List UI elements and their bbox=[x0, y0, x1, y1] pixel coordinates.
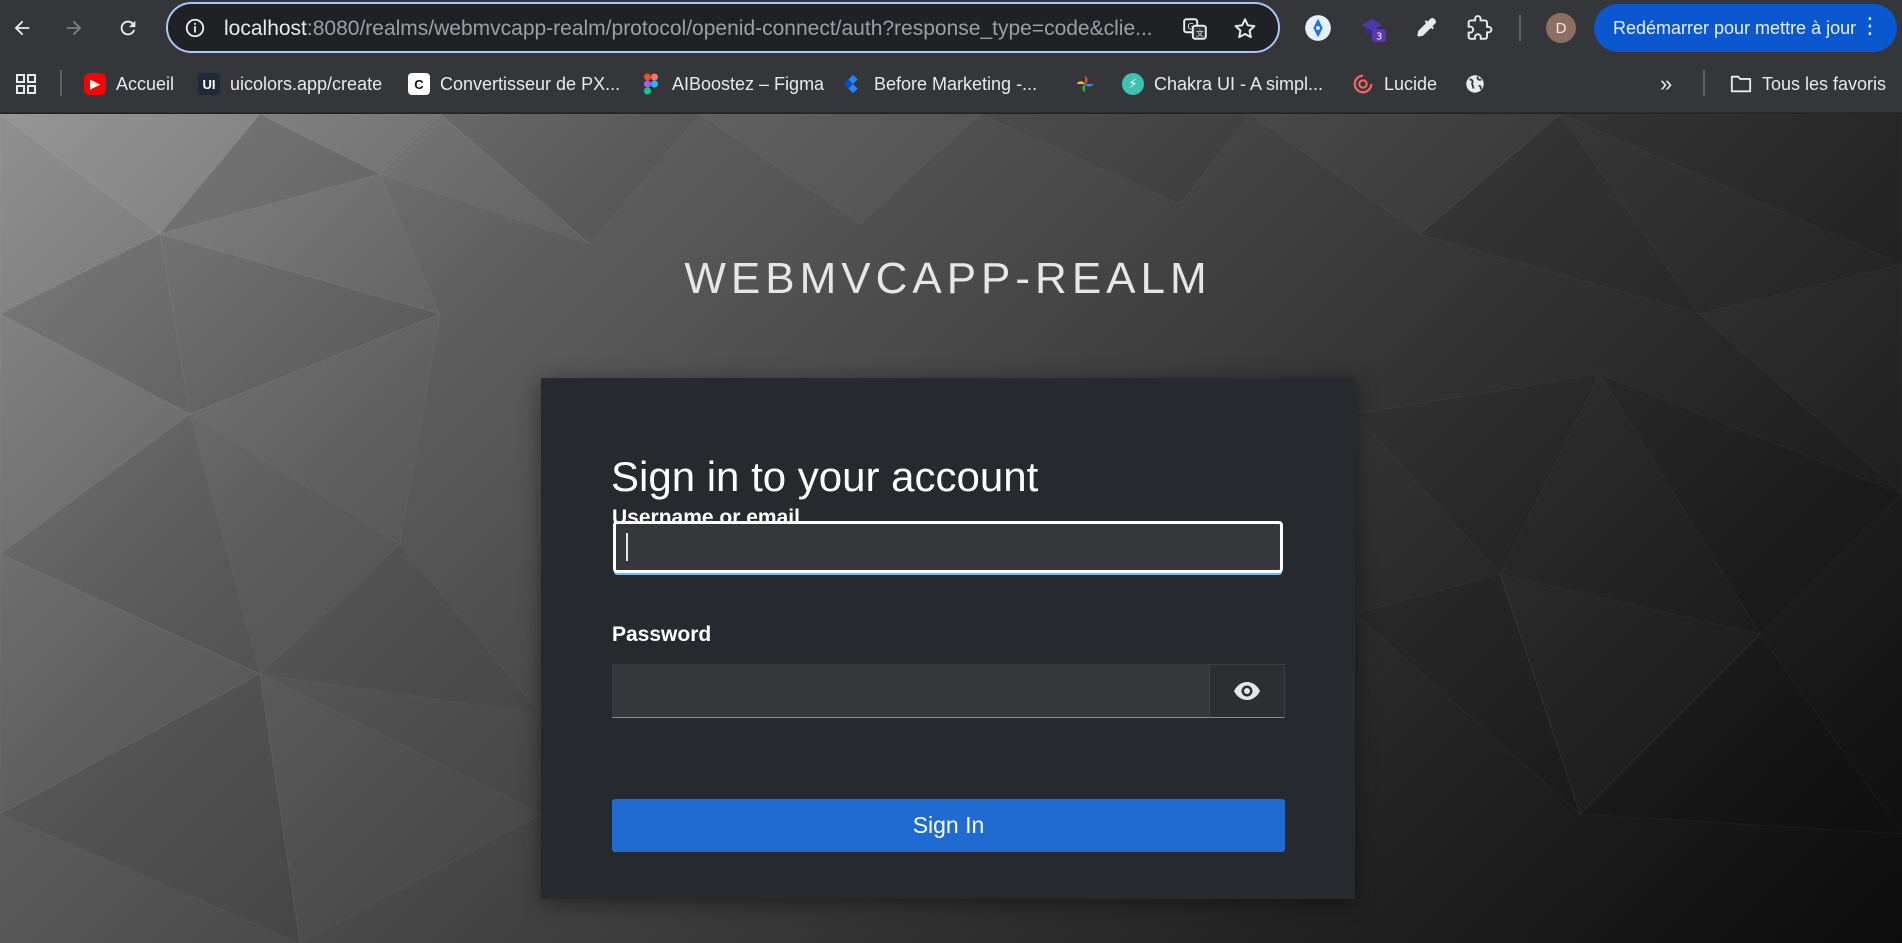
chakra-icon: ⚡ bbox=[1122, 73, 1144, 95]
figma-icon bbox=[640, 73, 662, 95]
svg-text:文: 文 bbox=[1196, 28, 1204, 38]
forward-arrow-icon bbox=[66, 20, 82, 36]
eyedropper-extension-icon[interactable] bbox=[1408, 10, 1444, 46]
apps-grid-icon bbox=[16, 74, 36, 94]
uicolors-icon: UI bbox=[198, 73, 220, 95]
reload-button[interactable] bbox=[110, 10, 146, 46]
hat-extension-icon[interactable]: 3 bbox=[1355, 10, 1391, 46]
card-title: Sign in to your account bbox=[611, 453, 1039, 500]
address-bar[interactable]: localhost:8080/realms/webmvcapp-realm/pr… bbox=[166, 2, 1280, 53]
all-bookmarks-button[interactable]: Tous les favoris bbox=[1730, 70, 1886, 98]
apps-grid-button[interactable] bbox=[14, 70, 38, 98]
globe-icon bbox=[1464, 73, 1486, 95]
keycloak-login-page: WEBMVCAPP-REALM Sign in to your account … bbox=[0, 114, 1902, 943]
password-label: Password bbox=[612, 623, 712, 646]
profile-avatar[interactable]: D bbox=[1546, 13, 1576, 43]
toolbar-divider bbox=[1519, 15, 1521, 41]
bookmark-item[interactable] bbox=[1074, 70, 1106, 98]
bookmark-item[interactable]: UI uicolors.app/create bbox=[198, 70, 382, 98]
bookmark-item[interactable]: Lucide bbox=[1352, 70, 1437, 98]
bookmark-item[interactable]: ▶ Accueil bbox=[84, 70, 174, 98]
text-caret bbox=[626, 533, 628, 561]
reload-icon bbox=[120, 20, 136, 36]
bookmarks-bar: ▶ Accueil UI uicolors.app/create C Conve… bbox=[0, 56, 1902, 113]
bookmark-star-icon[interactable] bbox=[1232, 16, 1258, 42]
bookmark-item[interactable]: Before Marketing -... bbox=[842, 70, 1037, 98]
more-bookmarks-button[interactable]: » bbox=[1660, 70, 1672, 98]
bookmarks-divider bbox=[60, 70, 62, 96]
translate-icon[interactable]: G文 bbox=[1182, 16, 1208, 42]
bookmarks-divider bbox=[1703, 70, 1705, 96]
lucide-icon bbox=[1352, 73, 1374, 95]
password-input[interactable] bbox=[612, 664, 1209, 718]
site-info-icon[interactable] bbox=[184, 17, 206, 39]
pinwheel-icon bbox=[1074, 73, 1096, 95]
sign-in-button[interactable]: Sign In bbox=[612, 799, 1285, 852]
back-button[interactable] bbox=[4, 10, 40, 46]
jira-icon bbox=[842, 73, 864, 95]
svg-text:3: 3 bbox=[1376, 32, 1382, 43]
youtube-icon: ▶ bbox=[84, 73, 106, 95]
username-input[interactable] bbox=[613, 521, 1283, 573]
c-icon: C bbox=[408, 73, 430, 95]
show-password-button[interactable] bbox=[1209, 664, 1285, 718]
url-text: localhost:8080/realms/webmvcapp-realm/pr… bbox=[224, 17, 1153, 40]
bookmark-item[interactable]: C Convertisseur de PX... bbox=[408, 70, 620, 98]
menu-kebab-icon: ⋮ bbox=[1859, 13, 1881, 38]
login-card: Sign in to your account Username or emai… bbox=[541, 378, 1355, 899]
bookmark-item[interactable] bbox=[1464, 70, 1496, 98]
pen-extension-icon[interactable] bbox=[1300, 10, 1336, 46]
browser-toolbar: localhost:8080/realms/webmvcapp-realm/pr… bbox=[0, 0, 1902, 56]
bookmark-item[interactable]: AIBoostez – Figma bbox=[640, 70, 824, 98]
folder-icon bbox=[1730, 73, 1752, 95]
eye-icon bbox=[1234, 682, 1260, 700]
realm-title: WEBMVCAPP-REALM bbox=[684, 254, 1212, 303]
restart-update-button[interactable]: Redémarrer pour mettre à jour ⋮ bbox=[1594, 4, 1897, 52]
back-arrow-icon bbox=[14, 20, 30, 36]
bookmark-item[interactable]: ⚡ Chakra UI - A simpl... bbox=[1122, 70, 1323, 98]
extensions-puzzle-icon[interactable] bbox=[1462, 10, 1498, 46]
chevron-double-right-icon: » bbox=[1660, 71, 1673, 96]
forward-button[interactable] bbox=[56, 10, 92, 46]
